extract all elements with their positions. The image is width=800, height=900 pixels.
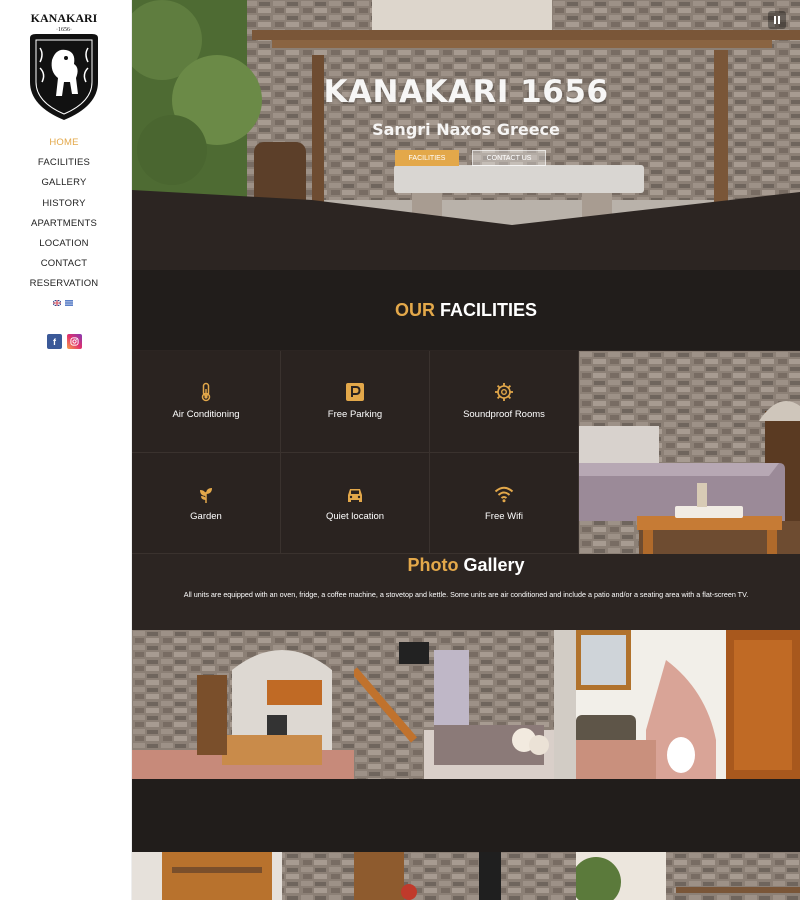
- hero-title: KANAKARI 1656: [323, 74, 609, 110]
- facility-free-parking: Free Parking: [281, 351, 430, 453]
- main-content: KANAKARI 1656 Sangri Naxos Greece FACILI…: [132, 0, 800, 900]
- nav-item-gallery[interactable]: GALLERY: [0, 176, 128, 196]
- gallery-description: All units are equipped with an oven, fri…: [183, 590, 749, 599]
- social-links: f: [47, 334, 82, 349]
- gallery-photo-loft[interactable]: [132, 852, 354, 900]
- facility-label: Air Conditioning: [172, 409, 240, 421]
- hero-slider: KANAKARI 1656 Sangri Naxos Greece FACILI…: [132, 0, 800, 270]
- wifi-icon: [494, 486, 514, 503]
- facility-label: Quiet location: [325, 510, 385, 522]
- facilities-title: OUR FACILITIES: [394, 300, 537, 320]
- facility-soundproof-rooms: Soundproof Rooms: [430, 351, 579, 453]
- facility-label: Free Parking: [327, 409, 383, 421]
- facility-free-wifi: Free Wifi: [430, 452, 579, 554]
- slider-pause-button[interactable]: [768, 11, 786, 29]
- language-switcher: [53, 300, 73, 306]
- gear-icon: [495, 383, 513, 402]
- main-nav: HOME FACILITIES GALLERY HISTORY APARTMEN…: [0, 136, 128, 298]
- gallery-photo-exterior[interactable]: [576, 852, 800, 900]
- greek-flag-icon[interactable]: [65, 300, 73, 306]
- gallery-photo-kitchen[interactable]: [132, 630, 354, 779]
- facilities-grid: Air Conditioning Free Parking Soundproof…: [132, 351, 579, 554]
- svg-text:·1656·: ·1656·: [56, 27, 72, 33]
- facility-air-conditioning: Air Conditioning: [132, 351, 281, 453]
- kanakari-crest-logo[interactable]: KANAKARI ·1656·: [22, 8, 106, 126]
- facility-garden: Garden: [132, 452, 281, 554]
- car-icon: [348, 488, 362, 502]
- facilities-button[interactable]: FACILITIES: [395, 150, 459, 166]
- nav-item-apartments[interactable]: APARTMENTS: [0, 217, 128, 237]
- facility-label: Garden: [190, 510, 222, 522]
- bedroom-photo: [579, 351, 800, 554]
- svg-text:KANAKARI: KANAKARI: [31, 11, 98, 25]
- nav-item-home[interactable]: HOME: [0, 136, 128, 156]
- facility-quiet-location: Quiet location: [281, 452, 430, 554]
- gallery-photo-living-room[interactable]: [354, 852, 576, 900]
- instagram-icon[interactable]: [67, 334, 82, 349]
- gallery-photo-stairs[interactable]: [354, 630, 576, 779]
- english-flag-icon[interactable]: [53, 300, 61, 306]
- sidebar: KANAKARI ·1656· HOME FACILITIES GALLERY …: [0, 0, 132, 900]
- gallery-photo-bathroom[interactable]: [576, 630, 800, 779]
- nav-item-history[interactable]: HISTORY: [0, 197, 128, 217]
- contact-us-button[interactable]: CONTACT US: [472, 150, 546, 166]
- nav-item-reservation[interactable]: RESERVATION: [0, 277, 128, 297]
- gallery-row-1: [132, 630, 800, 779]
- gallery-row-2: [132, 852, 800, 900]
- parking-icon: [346, 383, 364, 402]
- nav-item-location[interactable]: LOCATION: [0, 237, 128, 257]
- nav-item-contact[interactable]: CONTACT: [0, 257, 128, 277]
- pause-icon: [774, 16, 776, 24]
- facility-label: Free Wifi: [485, 510, 523, 522]
- hero-subtitle: Sangri Naxos Greece: [372, 120, 560, 139]
- facility-label: Soundproof Rooms: [463, 409, 545, 421]
- thermometer-icon: [201, 383, 211, 402]
- gallery-title: Photo Gallery: [407, 555, 525, 575]
- plant-icon: [200, 487, 212, 503]
- nav-item-facilities[interactable]: FACILITIES: [0, 156, 128, 176]
- gallery-spacer: [132, 779, 800, 852]
- facebook-icon[interactable]: f: [47, 334, 62, 349]
